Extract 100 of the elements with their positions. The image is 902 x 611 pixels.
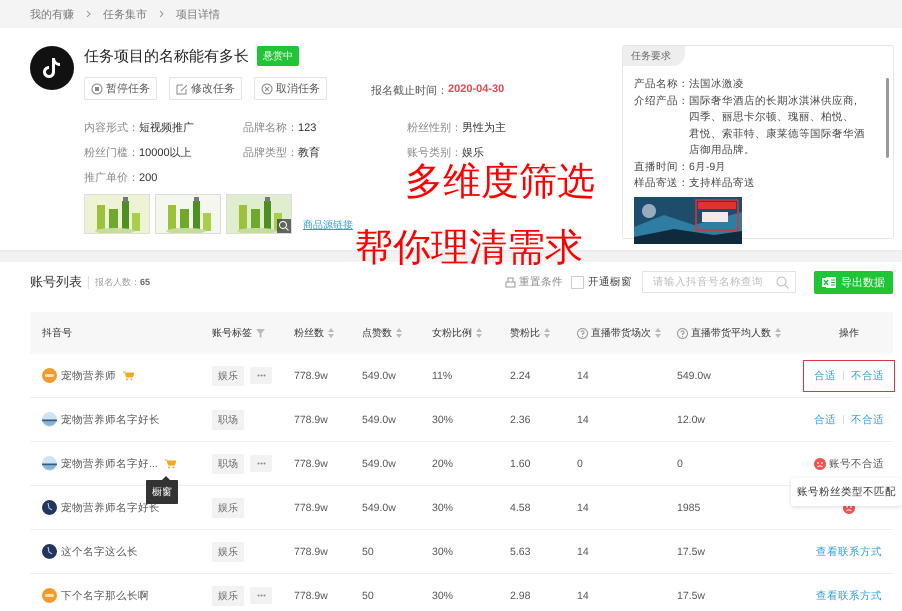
scrollbar[interactable] [886, 78, 889, 158]
table-cell: 14 [577, 590, 589, 602]
table-cell: 4.58 [510, 502, 530, 514]
chevron-icon [86, 10, 91, 18]
table-cell: 2.36 [510, 414, 530, 426]
sad-face-icon [814, 458, 826, 470]
table-cell: 2.98 [510, 590, 530, 602]
action-button[interactable]: 修改任务 [169, 77, 242, 100]
table-cell: 549.0w [362, 502, 396, 514]
promo-caption: 帮你理清需求 [355, 229, 583, 267]
deadline-label: 报名截止时间： [371, 84, 448, 98]
signup-count: 报名人数：65 [88, 276, 150, 288]
account-name[interactable]: 下个名字那么长啊 [61, 588, 149, 602]
field-value: 200 [139, 172, 158, 184]
table-cell: 549.0w [362, 458, 396, 470]
zoom-icon [277, 219, 291, 233]
tag: 娱乐 [212, 366, 244, 386]
table-cell: 12.0w [677, 414, 706, 426]
table-cell: 2.24 [510, 370, 530, 382]
sort-icon [655, 328, 661, 338]
sort-icon [775, 328, 781, 338]
table-cell: 20% [432, 458, 454, 470]
table-cell: 1985 [677, 502, 700, 514]
status-text: 账号不合适 [829, 456, 884, 470]
table-cell: 14 [577, 502, 589, 514]
column-header[interactable]: 账号标签 [212, 326, 252, 340]
breadcrumb-link[interactable]: 我的有赚 [30, 6, 74, 22]
music-note-icon [43, 57, 61, 79]
column-header[interactable]: 赞粉比 [510, 326, 540, 340]
column-header[interactable]: 女粉比例 [432, 326, 472, 340]
tag: 娱乐 [212, 586, 244, 606]
table-cell: 14 [577, 414, 589, 426]
table-cell: 0 [577, 458, 583, 470]
promo-caption: 多维度筛选 [405, 163, 595, 201]
field-label: 粉丝门槛： [84, 147, 139, 159]
field-label: 介绍产品： [634, 94, 689, 108]
account-name[interactable]: 宠物营养师名字好... [61, 456, 158, 470]
more-icon [256, 374, 266, 377]
field-label: 直播时间： [634, 160, 689, 174]
field-value: 店御用品牌。 [689, 143, 756, 158]
table-cell: 5.63 [510, 546, 530, 558]
help-icon [677, 328, 688, 338]
cart-icon [123, 370, 134, 380]
search-field[interactable]: 请输入抖音号名称查询 [642, 271, 796, 293]
table-cell: 30% [432, 546, 454, 558]
field-value: 短视频推广 [139, 122, 194, 134]
field-value: 123 [298, 122, 316, 134]
column-header[interactable]: 粉丝数 [294, 326, 324, 340]
action-button[interactable]: 暂停任务 [84, 77, 157, 100]
table-cell: 1.60 [510, 458, 530, 470]
tag: 职场 [212, 410, 244, 430]
account-name[interactable]: 这个名字这么长 [61, 544, 138, 558]
field-label: 内容形式： [84, 122, 139, 134]
status-badge: 悬赏中 [257, 46, 299, 66]
eraser-icon [505, 276, 516, 288]
checkbox-label[interactable]: 开通橱窗 [588, 275, 632, 289]
table-cell: 778.9w [294, 502, 328, 514]
column-header[interactable]: 直播带货场次 [591, 326, 651, 340]
tag: 职场 [212, 454, 244, 474]
tag: 娱乐 [212, 542, 244, 562]
field-value: 国际奢华酒店的长期冰淇淋供应商, [689, 94, 858, 108]
breadcrumb-link[interactable]: 任务集市 [103, 6, 147, 22]
table-cell: 778.9w [294, 458, 328, 470]
table-cell: 778.9w [294, 370, 328, 382]
edit-icon [176, 82, 188, 94]
field-label: 账号类别： [407, 147, 462, 159]
account-name[interactable]: 宠物营养师 [61, 368, 116, 382]
field-label: 粉丝性别： [407, 122, 462, 134]
cancel-icon [261, 82, 273, 94]
reset-button[interactable]: 重置条件 [505, 275, 563, 289]
chevron-icon [159, 10, 164, 18]
field-label: 品牌名称： [243, 122, 298, 134]
action-button[interactable]: 取消任务 [254, 77, 327, 100]
filter-icon [256, 328, 265, 338]
table-cell: 14 [577, 370, 589, 382]
table-cell: 549.0w [677, 370, 711, 382]
tooltip: 账号粉丝类型不匹配 [791, 478, 902, 506]
pause-icon [91, 82, 103, 94]
field-value: 娱乐 [462, 147, 484, 159]
table-cell: 50 [362, 590, 374, 602]
field-label: 产品名称： [634, 77, 689, 92]
table-cell: 30% [432, 590, 454, 602]
table-cell: 30% [432, 502, 454, 514]
account-name[interactable]: 宠物营养师名字好长 [61, 412, 160, 426]
column-header[interactable]: 直播带货平均人数 [691, 326, 771, 340]
table-cell: 0 [677, 458, 683, 470]
checkbox[interactable] [571, 276, 584, 288]
table-cell: 14 [577, 546, 589, 558]
table-cell: 778.9w [294, 590, 328, 602]
help-icon [577, 328, 588, 338]
column-header[interactable]: 点赞数 [362, 326, 392, 340]
table-cell: 17.5w [677, 590, 706, 602]
field-label: 推广单价： [84, 172, 139, 184]
more-button[interactable] [250, 367, 272, 384]
task-title: 任务项目的名称能有多长 [84, 46, 249, 66]
field-value: 6月-9月 [689, 160, 726, 174]
more-button[interactable] [250, 455, 272, 472]
table-cell: 30% [432, 414, 454, 426]
more-button[interactable] [250, 587, 272, 604]
table-cell: 778.9w [294, 546, 328, 558]
